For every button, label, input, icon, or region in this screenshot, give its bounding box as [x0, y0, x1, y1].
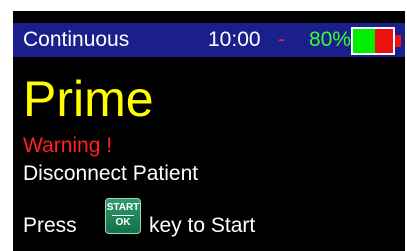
device-screen: Continuous 10:00 - 80% Prime Warning ! D… — [13, 11, 405, 251]
battery-low-segment — [375, 29, 393, 53]
screen-title: Prime — [23, 71, 154, 127]
warning-text: Warning ! — [23, 134, 113, 157]
battery-icon — [351, 27, 395, 55]
start-ok-key-icon: START OK — [105, 198, 141, 234]
ok-key-label: OK — [115, 217, 131, 228]
mode-label: Continuous — [23, 28, 130, 51]
press-prefix-text: Press — [23, 214, 77, 237]
start-key-label: START — [106, 202, 140, 213]
battery-fill — [353, 29, 375, 53]
status-separator: - — [278, 28, 285, 51]
status-bar: Continuous 10:00 - 80% — [13, 23, 405, 57]
instruction-text: Disconnect Patient — [23, 162, 199, 185]
battery-percent: 80% — [309, 28, 352, 51]
key-divider — [112, 215, 134, 216]
press-instruction-row: Press START OK key to Start — [23, 198, 393, 246]
battery-terminal — [395, 35, 401, 47]
press-suffix-text: key to Start — [149, 214, 256, 237]
time-display: 10:00 — [208, 28, 261, 51]
